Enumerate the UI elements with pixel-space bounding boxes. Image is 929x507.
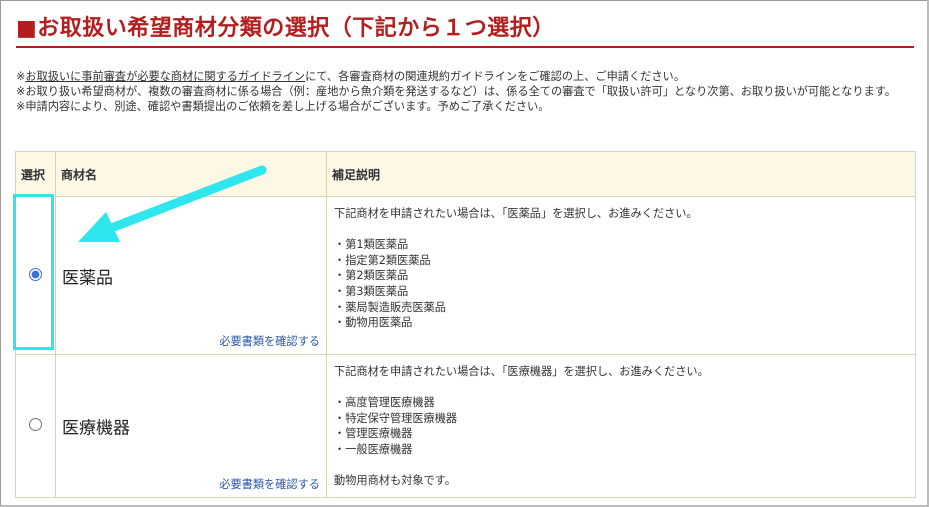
guideline-link[interactable]: お取扱いに事前審査が必要な商材に関するガイドライン — [25, 70, 305, 83]
note-multiple: ※お取り扱い希望商材が、複数の審査商材に係る場合（例：産地から魚介類を発送するな… — [16, 85, 896, 98]
table-header-row: 選択 商材名 補足説明 — [15, 151, 916, 197]
description-item: ・指定第2類医薬品 — [334, 253, 431, 267]
note-suffix: にて、各審査商材の関連規約ガイドラインをご確認の上、ご申請ください。 — [305, 70, 685, 83]
note-guideline: ※お取扱いに事前審査が必要な商材に関するガイドラインにて、各審査商材の関連規約ガ… — [16, 69, 914, 84]
header-description: 補足説明 — [326, 151, 916, 197]
description-item: ・管理医療機器 — [334, 427, 413, 441]
description-intro: 下記商材を申請されたい場合は、「医療機器」を選択し、お進みください。 — [334, 365, 709, 378]
product-name: 医療機器 — [62, 418, 130, 439]
notes-block: ※お取扱いに事前審査が必要な商材に関するガイドラインにて、各審査商材の関連規約ガ… — [16, 69, 914, 114]
header-name: 商材名 — [55, 151, 327, 197]
product-category-table: 選択 商材名 補足説明 医薬品 必要書類を確認する 下記商材を申請されたい場合は… — [15, 151, 916, 498]
description-item: ・動物用医薬品 — [334, 316, 413, 330]
required-documents-link[interactable]: 必要書類を確認する — [219, 333, 320, 349]
title-divider — [16, 46, 914, 48]
description-cell: 下記商材を申請されたい場合は、「医薬品」を選択し、お進みください。 ・第1類医薬… — [326, 196, 916, 355]
product-name: 医薬品 — [62, 268, 113, 288]
header-select: 選択 — [15, 151, 56, 197]
name-cell: 医療機器 必要書類を確認する — [55, 354, 327, 498]
table-row-medical-devices: 医療機器 必要書類を確認する 下記商材を申請されたい場合は、「医療機器」を選択し… — [15, 354, 916, 498]
description-item: ・第3類医薬品 — [334, 284, 409, 298]
select-cell — [15, 354, 56, 498]
description-item: ・高度管理医療機器 — [334, 396, 435, 410]
section-title: ■お取扱い希望商材分類の選択（下記から１つ選択） — [16, 16, 555, 41]
annotation-highlight-box — [13, 194, 54, 350]
name-cell: 医薬品 必要書類を確認する — [55, 196, 327, 355]
description-note: 動物用商材も対象です。 — [334, 474, 456, 488]
required-documents-link[interactable]: 必要書類を確認する — [219, 476, 320, 492]
description-item: ・第1類医薬品 — [334, 238, 409, 252]
note-documents: ※申請内容により、別途、確認や書類提出のご依頼を差し上げる場合がございます。予め… — [16, 100, 550, 113]
description-item: ・一般医療機器 — [334, 442, 413, 456]
description-item: ・特定保守管理医療機器 — [334, 411, 458, 425]
description-item: ・薬局製造販売医薬品 — [334, 300, 446, 314]
radio-medical-devices[interactable] — [29, 417, 42, 431]
description-cell: 下記商材を申請されたい場合は、「医療機器」を選択し、お進みください。 ・高度管理… — [326, 354, 916, 498]
description-intro: 下記商材を申請されたい場合は、「医薬品」を選択し、お進みください。 — [334, 207, 698, 220]
table-row-pharmaceuticals: 医薬品 必要書類を確認する 下記商材を申請されたい場合は、「医薬品」を選択し、お… — [15, 196, 916, 355]
description-item: ・第2類医薬品 — [334, 269, 409, 283]
note-prefix: ※ — [16, 70, 26, 83]
